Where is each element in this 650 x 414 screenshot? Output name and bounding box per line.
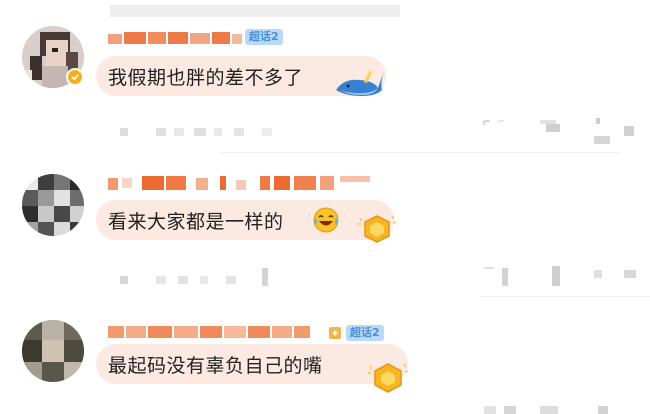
comment-bubble: 看来大家都是一样的 <box>96 200 394 240</box>
golden-hexagon-sticker-icon <box>368 363 409 393</box>
avatar[interactable] <box>22 320 84 382</box>
comment-thread: 超话2 我假期也胖的差不多了 看来大家都是一样的 超话2 最起码没有辜负自己的嘴 <box>0 0 650 414</box>
comment-item: 超话2 我假期也胖的差不多了 <box>0 24 650 159</box>
avatar[interactable] <box>22 174 84 236</box>
level-badge: 超话2 <box>245 29 283 45</box>
comment-item: 超话2 最起码没有辜负自己的嘴 <box>0 318 650 414</box>
username[interactable] <box>108 324 328 340</box>
like-button[interactable] <box>540 406 640 414</box>
reply-icon <box>484 267 508 286</box>
comment-text: 我假期也胖的差不多了 <box>108 66 304 89</box>
fan-badge-icon <box>329 327 341 339</box>
comment-text: 最起码没有辜负自己的嘴 <box>108 354 323 377</box>
level-badge: 超话2 <box>346 325 384 341</box>
reply-icon <box>483 120 504 125</box>
comment-text: 看来大家都是一样的 <box>108 210 284 233</box>
blue-whale-sticker-icon <box>336 70 384 96</box>
laughing-tears-emoji-icon <box>313 207 339 233</box>
reply-button[interactable] <box>482 118 512 132</box>
golden-hexagon-sticker-icon <box>358 215 397 243</box>
verified-icon <box>66 68 84 86</box>
username[interactable] <box>108 30 243 46</box>
comment-bubble: 最起码没有辜负自己的嘴 <box>96 344 408 384</box>
reply-button[interactable] <box>484 406 524 414</box>
reply-button[interactable] <box>482 266 512 286</box>
divider <box>480 296 650 297</box>
username[interactable] <box>108 176 388 192</box>
divider <box>220 152 620 153</box>
comment-item: 看来大家都是一样的 <box>0 168 650 297</box>
like-button[interactable] <box>546 266 642 286</box>
previous-item-fragment <box>110 5 400 17</box>
like-button[interactable] <box>540 118 640 144</box>
